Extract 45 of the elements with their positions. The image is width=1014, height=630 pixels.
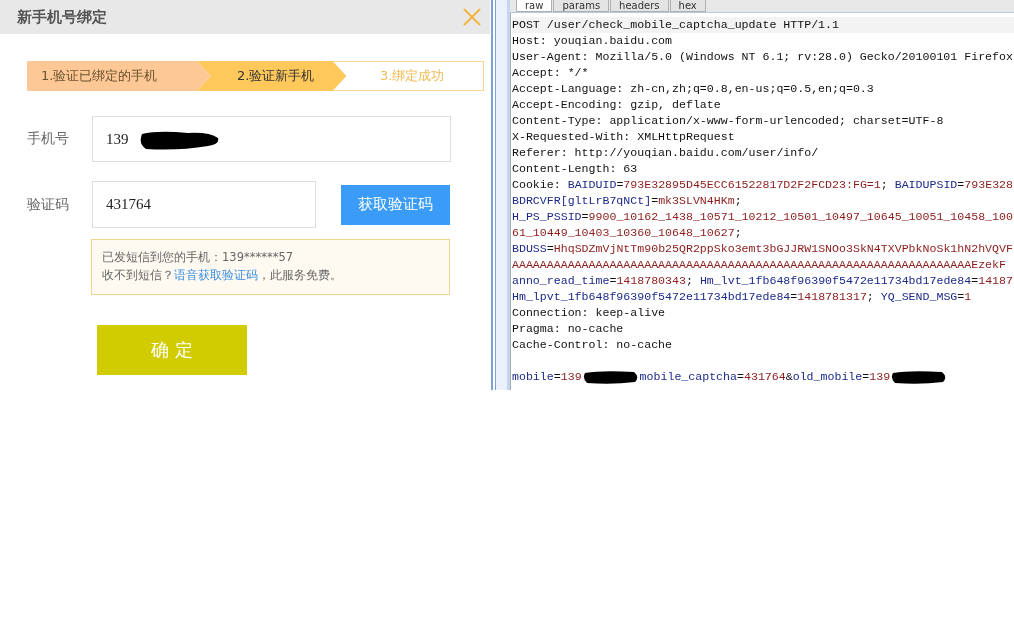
- captcha-input[interactable]: 431764: [92, 181, 316, 228]
- code-line: User-Agent: Mozilla/5.0 (Windows NT 6.1; rv:28.0) Gecko/20100101 Firefox: [512, 49, 1014, 65]
- code-text: =: [553, 369, 561, 385]
- code-line: Host: youqian.baidu.com: [512, 33, 674, 49]
- code-text: mobile_captcha: [639, 369, 737, 385]
- code-line: Cookie: BAIDUID=793E32895D45ECC61522817D2F2FCD23:FG=1; BAIDUPSID=793E328: [512, 177, 1014, 193]
- code-text: =: [737, 369, 744, 385]
- code-line: H_PS_PSSID=9900_10162_1438_10571_10212_10501_10497_10645_10051_10458_100: [512, 209, 1014, 225]
- code-line: Connection: keep-alive: [512, 305, 667, 321]
- redaction-mark: [581, 370, 640, 384]
- tab[interactable]: params: [553, 0, 610, 12]
- code-line: Cache-Control: no-cache: [512, 337, 674, 353]
- code-line: BDRCVFR[gltLrB7qNCt]=mk3SLVN4HKm;: [512, 193, 743, 209]
- progress-step: 1.验证已绑定的手机: [27, 61, 211, 91]
- code-text: 139: [560, 369, 582, 385]
- code-line: BDUSS=HhqSDZmVjNtTm90b25QR2ppSko3emt3bGJJRW1SNOo3SkN4TXVPbkNoSk1hN2hVQVF: [512, 241, 1014, 257]
- code-line: Accept-Language: zh-cn,zh;q=0.8,en-us;q=0.5,en;q=0.3: [512, 81, 875, 97]
- code-line: Referer: http://youqian.baidu.com/user/info/: [512, 145, 820, 161]
- close-icon[interactable]: [462, 7, 482, 27]
- code-line: Accept-Encoding: gzip, deflate: [512, 97, 722, 113]
- field-label: 手机号: [27, 130, 70, 148]
- code-line: 61_10449_10403_10360_10648_10627;: [512, 225, 743, 241]
- tab[interactable]: headers: [610, 0, 669, 12]
- code-text: old_mobile: [792, 369, 863, 385]
- code-text: 139: [869, 369, 891, 385]
- code-line: X-Requested-With: XMLHttpRequest: [512, 129, 736, 145]
- notice-text: 收不到短信？语音获取验证码，此服务免费。: [102, 267, 343, 284]
- code-line: Pragma: no-cache: [512, 321, 625, 337]
- progress-step: 2.验证新手机: [196, 61, 347, 91]
- dialog-title: 新手机号绑定: [17, 7, 107, 27]
- code-text: 431764: [743, 369, 786, 385]
- code-line: Accept: */*: [512, 65, 590, 81]
- notice-text: 已发短信到您的手机：139******57: [102, 249, 295, 266]
- code-line: Content-Type: application/x-www-form-urlencoded; charset=UTF-8: [512, 113, 945, 129]
- tab[interactable]: hex: [669, 0, 706, 12]
- code-text: &: [785, 369, 793, 385]
- tab[interactable]: raw: [516, 0, 553, 12]
- field-label: 验证码: [27, 195, 70, 214]
- code-line: Content-Length: 63: [512, 161, 639, 177]
- phone-input[interactable]: 139: [92, 116, 451, 162]
- code-line: AAAAAAAAAAAAAAAAAAAAAAAAAAAAAAAAAAAAAAAAAAAAAAAAAAAAAAAAAAAAAAAAAAEzekF: [512, 257, 1007, 273]
- code-line: Hm_lpvt_1fb648f96390f5472e11734bd17ede84=1418781317; YQ_SEND_MSG=1: [512, 289, 973, 305]
- code-line: anno_read_time=1418780343; Hm_lvt_1fb648f96390f5472e11734bd17ede84=14187: [512, 273, 1014, 289]
- code-text: mobile: [512, 369, 554, 385]
- code-text: =: [862, 369, 870, 385]
